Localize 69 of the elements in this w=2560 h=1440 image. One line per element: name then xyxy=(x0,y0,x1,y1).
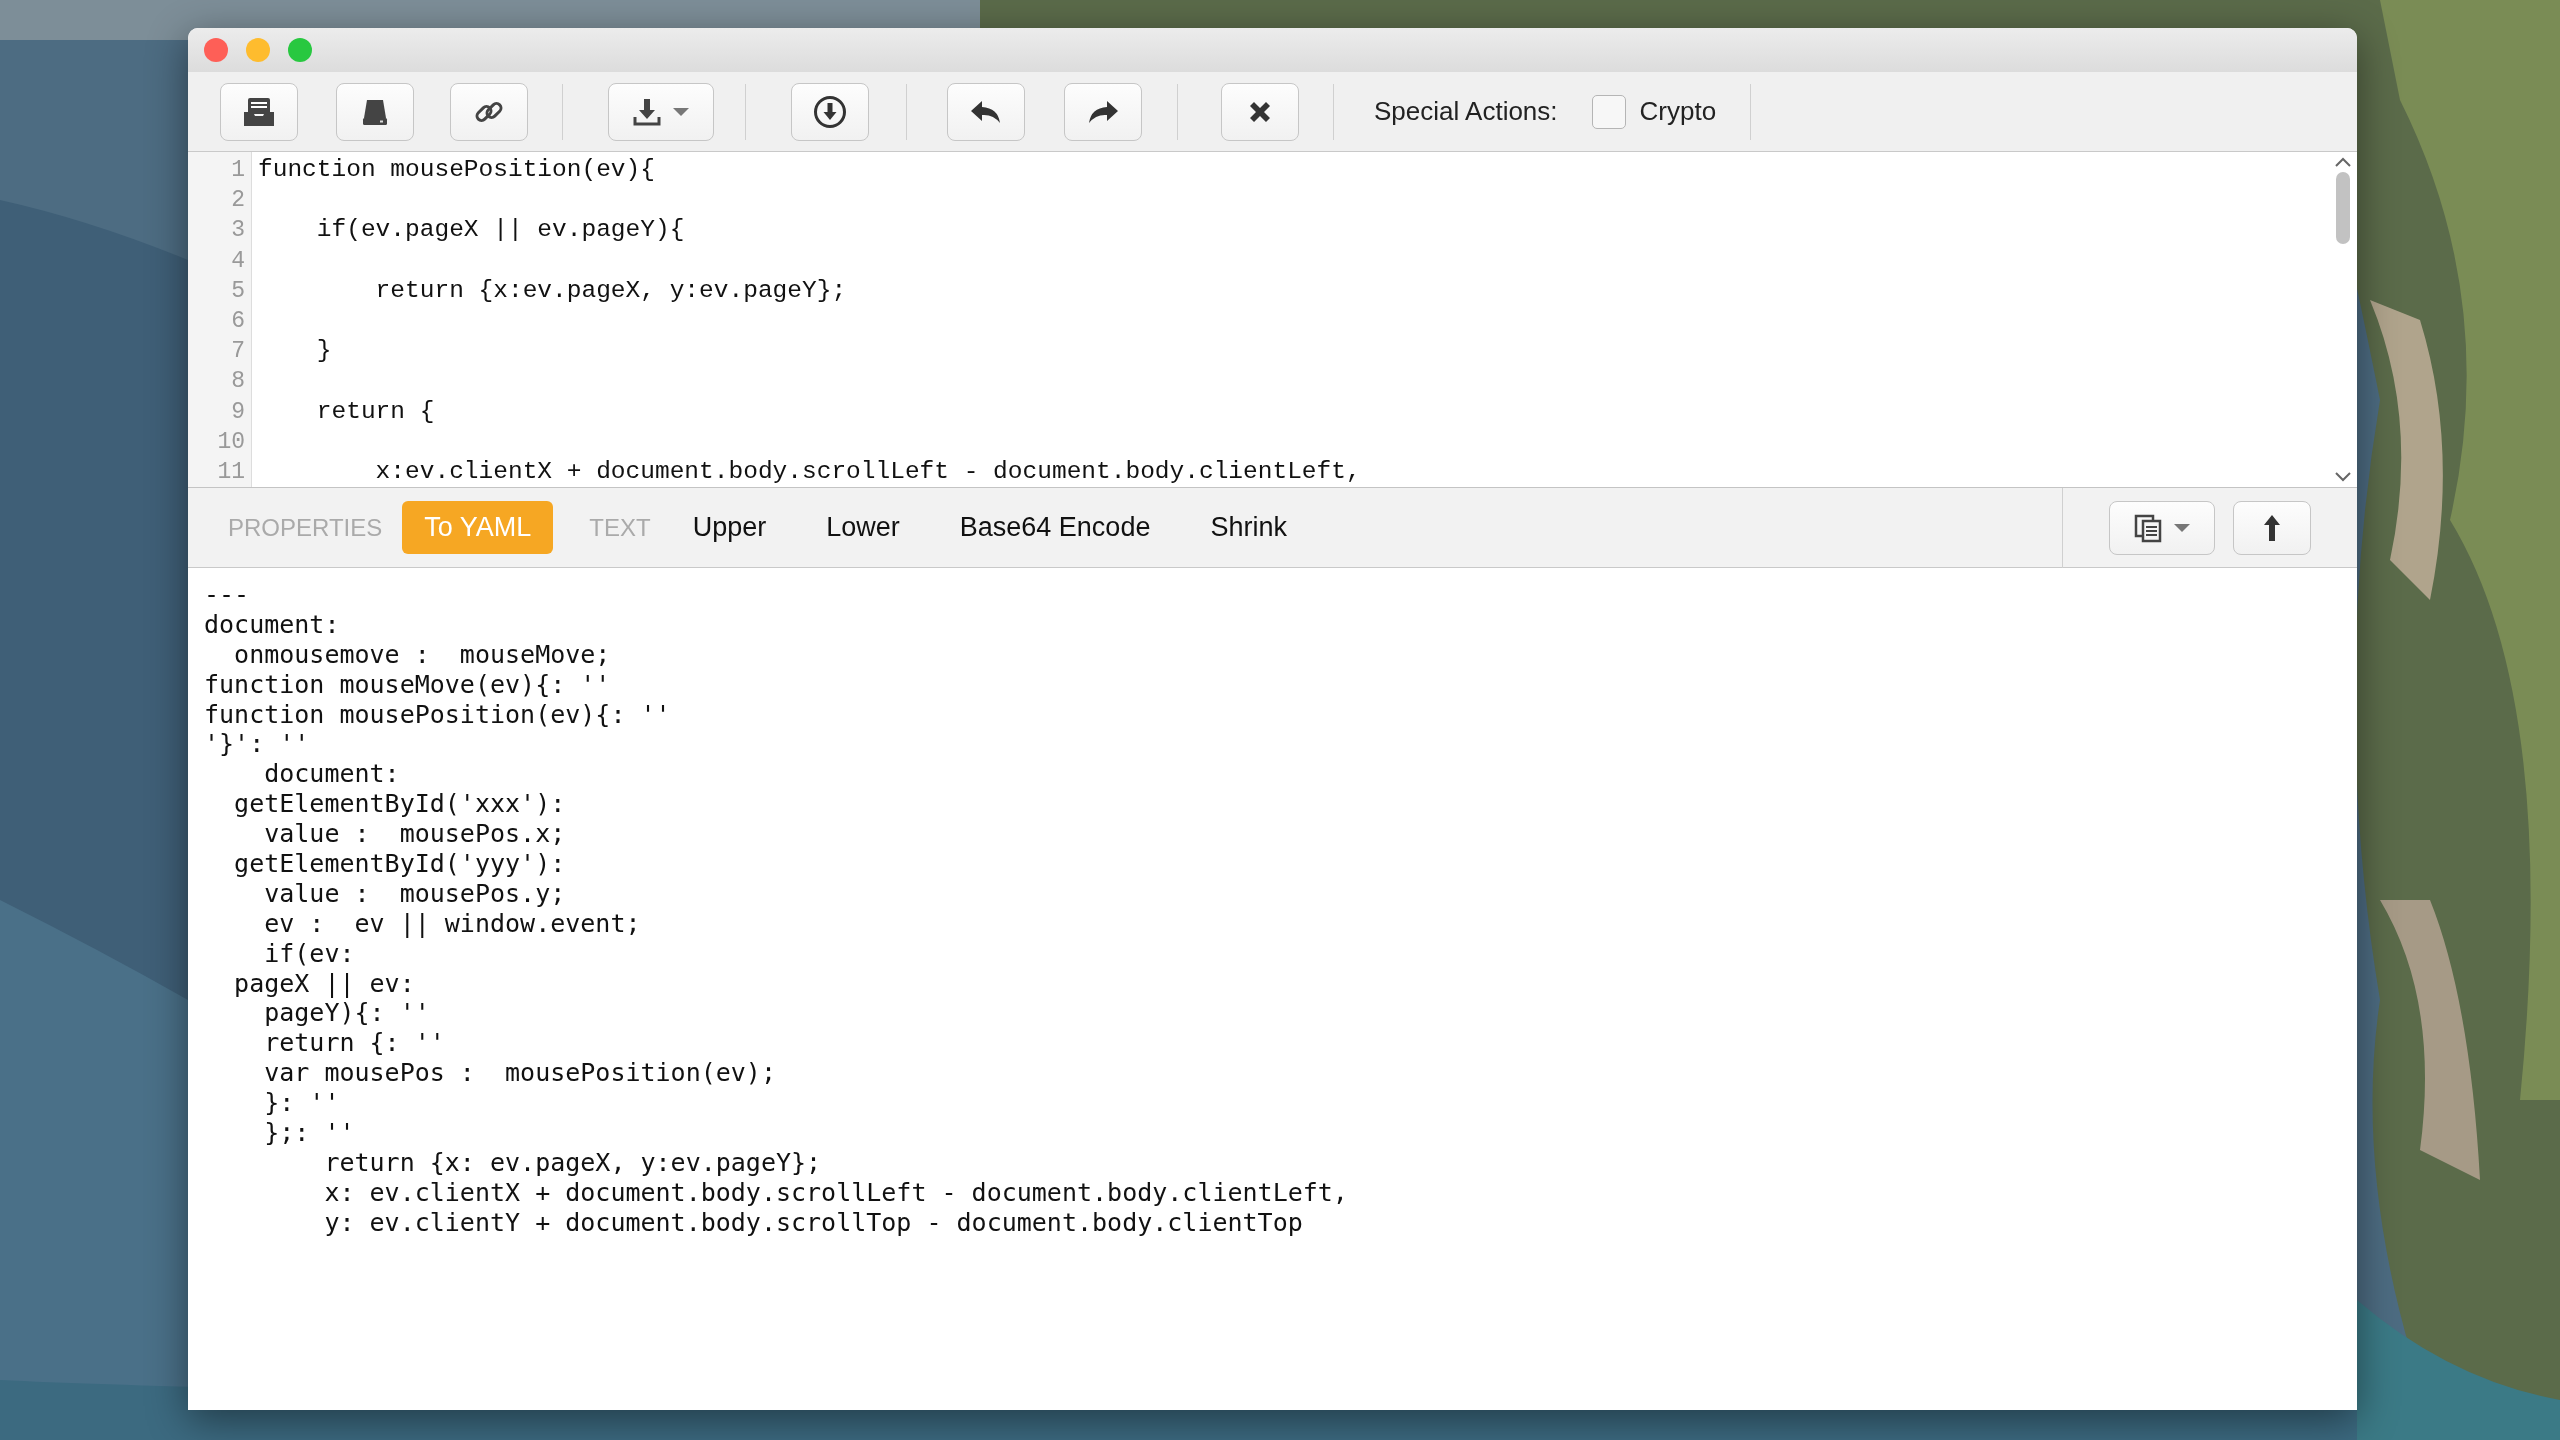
scroll-up-icon[interactable] xyxy=(2334,156,2352,168)
line-number: 3 xyxy=(230,216,246,246)
caret-icon xyxy=(2173,522,2191,533)
output-line: }: '' xyxy=(263,1088,341,1119)
output-line: value : mousePos.y; xyxy=(263,878,567,909)
line-number: 11 xyxy=(216,457,246,487)
scroll-thumb[interactable] xyxy=(2336,172,2350,244)
transform-button[interactable]: Shrink xyxy=(1188,501,1309,554)
line-number: 8 xyxy=(230,367,246,397)
line-number: 2 xyxy=(230,186,246,216)
line-number: 5 xyxy=(230,276,246,306)
code-line: } xyxy=(315,336,333,367)
line-number: 6 xyxy=(230,306,246,336)
output-line: function mouseMove(ev){: '' xyxy=(204,669,612,700)
output-line: ev : ev || window.event; xyxy=(263,908,642,939)
archive-button[interactable] xyxy=(220,82,298,141)
code-line: return { xyxy=(315,396,436,427)
output-line: return {x: ev.pageX, y:ev.pageY}; xyxy=(323,1147,823,1178)
special-actions-label: Special Actions: xyxy=(1374,95,1558,128)
output-line: };: '' xyxy=(263,1118,356,1148)
output-line: getElementById('yyy'): xyxy=(233,849,567,879)
output-line: pageX || ev: xyxy=(233,968,416,999)
download-circle-button[interactable] xyxy=(791,82,869,141)
line-number: 1 xyxy=(230,156,246,185)
crypto-checkbox[interactable] xyxy=(1591,94,1626,129)
output-line: if(ev: xyxy=(263,938,356,969)
inbox-tray-icon xyxy=(242,95,276,128)
line-number: 9 xyxy=(230,397,246,427)
copy-icon xyxy=(2133,512,2163,543)
output-line: value : mousePos.x; xyxy=(263,819,567,849)
download-button[interactable] xyxy=(608,82,714,141)
output-line: x: ev.clientX + document.body.scrollLeft - document.body.clientLeft, xyxy=(323,1177,1349,1208)
circle-down-icon xyxy=(813,94,847,129)
drive-button[interactable] xyxy=(336,82,414,141)
output-line: '}': '' xyxy=(204,729,311,760)
output-line: onmousemove : mouseMove; xyxy=(233,639,612,670)
download-icon xyxy=(632,96,662,127)
transform-button[interactable]: Base64 Encode xyxy=(937,501,1173,554)
code-line: x:ev.clientX + document.body.scrollLeft - document.body.clientLeft, xyxy=(374,456,1362,487)
output-line: document: xyxy=(263,759,401,790)
code-line: function mousePosition(ev){ xyxy=(258,155,656,185)
crypto-label: Crypto xyxy=(1639,95,1717,128)
code-line: return {x:ev.pageX, y:ev.pageY}; xyxy=(374,275,848,306)
output-line: y: ev.clientY + document.body.scrollTop - document.body.clientTop xyxy=(323,1207,1304,1238)
copy-button[interactable] xyxy=(2109,500,2215,555)
output-line: return {: '' xyxy=(263,1028,446,1059)
scroll-down-icon[interactable] xyxy=(2334,471,2352,483)
code-line: if(ev.pageX || ev.pageY){ xyxy=(315,215,686,246)
redo-arrow-icon xyxy=(1086,98,1120,125)
redo-button[interactable] xyxy=(1064,82,1142,141)
undo-arrow-icon xyxy=(969,98,1003,125)
transform-button[interactable]: Upper xyxy=(670,501,789,554)
line-number: 7 xyxy=(230,337,246,367)
section-label: PROPERTIES xyxy=(227,512,384,543)
link-button[interactable] xyxy=(450,82,528,141)
output-line: getElementById('xxx'): xyxy=(233,789,567,820)
output-line: --- xyxy=(204,580,251,610)
output-line: document: xyxy=(204,609,341,640)
section-label: TEXT xyxy=(588,512,652,543)
output-line: function mousePosition(ev){: '' xyxy=(204,699,672,730)
clear-button[interactable] xyxy=(1221,82,1299,141)
output-line: pageY){: '' xyxy=(263,998,431,1029)
output-line: var mousePos : mousePosition(ev); xyxy=(263,1058,777,1089)
upload-button[interactable] xyxy=(2233,500,2311,555)
undo-button[interactable] xyxy=(947,82,1025,141)
caret-icon xyxy=(672,106,690,117)
line-number: 4 xyxy=(230,246,246,276)
line-number: 10 xyxy=(216,427,246,457)
transform-button[interactable]: Lower xyxy=(804,501,922,554)
